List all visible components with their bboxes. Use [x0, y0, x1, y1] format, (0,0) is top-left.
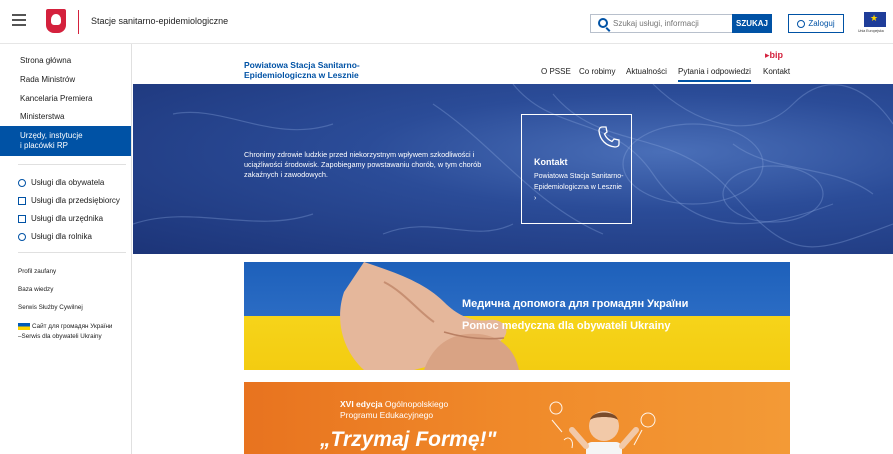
- ukraine-banner-subtitle: Pomoc medyczna dla obywateli Ukrainy: [462, 320, 671, 332]
- search-input[interactable]: [613, 15, 729, 32]
- sidebar: Strona główna Rada Ministrów Kancelaria …: [0, 44, 132, 454]
- service-label: Usługi dla urzędnika: [31, 214, 104, 223]
- contact-desc-text: Powiatowa Stacja Sanitarno-Epidemiologic…: [534, 173, 624, 191]
- sidebar-link-knowledge-base[interactable]: Baza wiedzy: [18, 286, 53, 293]
- sidebar-service-official[interactable]: Usługi dla urzędnika: [18, 214, 103, 223]
- edu-title: „Trzymaj Formę!": [320, 428, 497, 451]
- sidebar-item-council[interactable]: Rada Ministrów: [0, 75, 131, 84]
- menu-item-news[interactable]: Aktualności: [626, 67, 667, 76]
- contact-description: Powiatowa Stacja Sanitarno-Epidemiologic…: [534, 171, 624, 204]
- edu-line1: XVI edycja Ogólnopolskiego: [340, 399, 448, 409]
- eu-flag-icon[interactable]: [864, 12, 886, 27]
- sidebar-service-business[interactable]: Usługi dla przedsiębiorcy: [18, 196, 120, 205]
- login-button[interactable]: Zaloguj: [788, 14, 844, 33]
- ukraine-link-line1: Сайт для громадян України: [32, 323, 113, 330]
- sidebar-item-offices-line2: i placówki RP: [20, 141, 69, 150]
- sidebar-service-farmer[interactable]: Usługi dla rolnika: [18, 232, 92, 241]
- hero-banner: Chronimy zdrowie ludzkie przed niekorzys…: [133, 84, 893, 254]
- org-name[interactable]: Powiatowa Stacja Sanitarno- Epidemiologi…: [244, 60, 384, 80]
- menu-item-what-we-do[interactable]: Co robimy: [579, 67, 615, 76]
- bip-logo[interactable]: ▸bip: [765, 50, 783, 61]
- person-icon: [18, 178, 26, 187]
- user-icon: [797, 19, 806, 28]
- phone-icon: [598, 126, 620, 148]
- sidebar-item-offices[interactable]: Urzędy, instytucje i placówki RP: [0, 126, 131, 156]
- ukraine-link-line2: –Serwis dla obywateli Ukrainy: [18, 333, 102, 340]
- kid-illustration: [549, 401, 656, 454]
- sidebar-divider: [18, 252, 126, 253]
- sidebar-link-trusted-profile[interactable]: Profil zaufany: [18, 268, 56, 275]
- org-name-line2: Epidemiologiczna w Lesznie: [244, 70, 359, 80]
- eu-label: Unia Europejska: [858, 29, 884, 33]
- sidebar-divider: [18, 164, 126, 165]
- ukraine-help-banner[interactable]: Медична допомога для громадян України Po…: [244, 262, 790, 370]
- monitor-icon: [18, 214, 26, 223]
- service-label: Usługi dla przedsiębiorcy: [31, 196, 120, 205]
- org-name-line1: Powiatowa Stacja Sanitarno-: [244, 60, 360, 70]
- sidebar-service-citizen[interactable]: Usługi dla obywatela: [18, 178, 104, 187]
- sidebar-item-offices-line1: Urzędy, instytucje: [20, 131, 83, 140]
- sidebar-link-civil-service[interactable]: Serwis Służby Cywilnej: [18, 304, 83, 311]
- edu-line1-text: Ogólnopolskiego: [384, 399, 449, 409]
- search-box[interactable]: [590, 14, 732, 33]
- hero-text: Chronimy zdrowie ludzkie przed niekorzys…: [244, 150, 482, 179]
- ukraine-banner-title: Медична допомога для громадян України: [462, 298, 689, 310]
- hands-image: [340, 262, 519, 370]
- menu-item-faq[interactable]: Pytania i odpowiedzi: [678, 67, 751, 82]
- bip-label: bip: [769, 50, 784, 60]
- login-label: Zaloguj: [808, 19, 835, 28]
- search-icon: [598, 18, 608, 28]
- poland-emblem-icon[interactable]: [46, 9, 66, 33]
- menu-item-contact[interactable]: Kontakt: [763, 67, 790, 76]
- service-label: Usługi dla obywatela: [31, 178, 105, 187]
- sidebar-item-home[interactable]: Strona główna: [0, 56, 131, 65]
- sidebar-link-ukraine[interactable]: Сайт для громадян України –Serwis dla ob…: [18, 322, 112, 342]
- service-label: Usługi dla rolnika: [31, 232, 92, 241]
- hamburger-menu-icon[interactable]: [12, 14, 26, 26]
- top-bar: Stacje sanitarno-epidemiologiczne SZUKAJ…: [0, 0, 893, 44]
- sidebar-item-ministries[interactable]: Ministerstwa: [0, 112, 131, 121]
- edu-line2: Programu Edukacyjnego: [340, 410, 434, 420]
- header-separator: [78, 10, 79, 34]
- trzymaj-forme-banner[interactable]: XVI edycja Ogólnopolskiego Programu Eduk…: [244, 382, 790, 454]
- briefcase-icon: [18, 196, 26, 205]
- site-name[interactable]: Stacje sanitarno-epidemiologiczne: [91, 16, 228, 26]
- contact-card[interactable]: Kontakt Powiatowa Stacja Sanitarno-Epide…: [521, 114, 632, 224]
- edu-edition: XVI edycja: [340, 399, 383, 409]
- sidebar-item-chancellery[interactable]: Kancelaria Premiera: [0, 94, 131, 103]
- ukraine-flag-icon: [18, 322, 30, 330]
- search-button[interactable]: SZUKAJ: [732, 14, 772, 33]
- chevron-right-icon: ›: [534, 195, 537, 202]
- menu-item-about[interactable]: O PSSE: [541, 67, 571, 76]
- contact-title: Kontakt: [534, 157, 568, 167]
- person-icon: [18, 232, 26, 241]
